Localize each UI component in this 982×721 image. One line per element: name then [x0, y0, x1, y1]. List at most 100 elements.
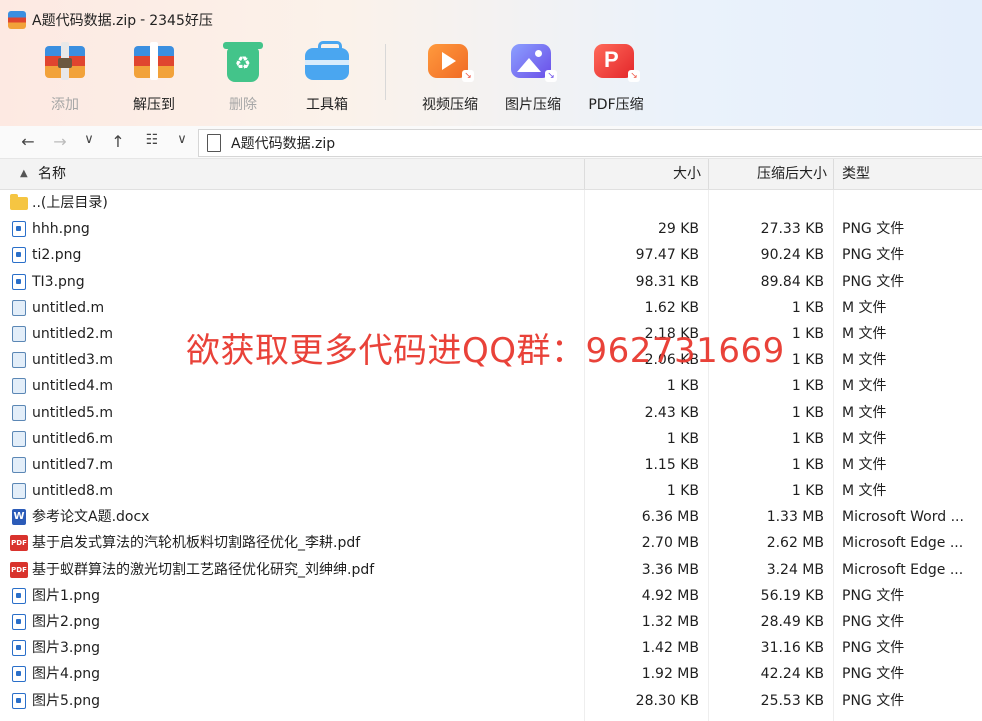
- file-name: untitled6.m: [32, 430, 113, 447]
- tools-label: 工具箱: [306, 97, 348, 113]
- file-row[interactable]: 图片3.png 1.42 MB 31.16 KB PNG 文件: [0, 635, 982, 661]
- file-name: 图片4.png: [32, 666, 101, 683]
- image-compress-button[interactable]: ↘ 图片压缩: [498, 36, 568, 114]
- column-divider[interactable]: [584, 159, 585, 189]
- pdf-file-icon: PDF: [10, 535, 28, 552]
- toolbox-icon: [301, 36, 353, 88]
- sort-ascending-icon: ▲: [20, 168, 28, 179]
- pdf-compress-button[interactable]: P ↘ PDF压缩: [581, 36, 651, 114]
- file-type: PNG 文件: [842, 640, 905, 657]
- up-arrow-icon[interactable]: ↑: [106, 132, 130, 151]
- add-button[interactable]: 添加: [30, 36, 100, 114]
- m-file-icon: [12, 378, 26, 395]
- trash-icon: ♻: [217, 36, 269, 88]
- file-row[interactable]: W 参考论文A题.docx 6.36 MB 1.33 MB Microsoft Word…: [0, 504, 982, 530]
- file-compressed-size: 42.24 KB: [760, 666, 824, 683]
- file-row[interactable]: 图片1.png 4.92 MB 56.19 KB PNG 文件: [0, 583, 982, 609]
- file-row[interactable]: untitled6.m 1 KB 1 KB M 文件: [0, 426, 982, 452]
- column-size[interactable]: 大小: [673, 159, 701, 189]
- view-mode-icon[interactable]: ☷: [140, 132, 164, 148]
- file-type: PNG 文件: [842, 221, 905, 238]
- file-row[interactable]: ti2.png 97.47 KB 90.24 KB PNG 文件: [0, 242, 982, 268]
- file-name: 图片3.png: [32, 640, 101, 657]
- file-type: M 文件: [842, 299, 887, 316]
- back-arrow-icon[interactable]: ←: [16, 132, 40, 151]
- path-field[interactable]: A题代码数据.zip: [198, 129, 982, 157]
- video-icon: ↘: [424, 36, 476, 88]
- column-compressed-size[interactable]: 压缩后大小: [757, 159, 827, 189]
- column-header: ▲ 名称 大小 压缩后大小 类型: [0, 159, 982, 190]
- file-name: untitled5.m: [32, 404, 113, 421]
- file-name: TI3.png: [32, 273, 85, 290]
- file-compressed-size: 2.62 MB: [766, 535, 824, 552]
- column-type[interactable]: 类型: [842, 159, 870, 189]
- file-type: M 文件: [842, 378, 887, 395]
- file-size: 2.70 MB: [641, 535, 699, 552]
- history-dropdown-icon[interactable]: ∨: [77, 132, 101, 147]
- file-size: 4.92 MB: [641, 587, 699, 604]
- file-row[interactable]: hhh.png 29 KB 27.33 KB PNG 文件: [0, 216, 982, 242]
- file-row[interactable]: TI3.png 98.31 KB 89.84 KB PNG 文件: [0, 269, 982, 295]
- file-size: 1.92 MB: [641, 666, 699, 683]
- add-label: 添加: [51, 97, 79, 113]
- m-file-icon: [12, 430, 26, 447]
- document-icon: [207, 134, 221, 152]
- video-compress-button[interactable]: ↘ 视频压缩: [415, 36, 485, 114]
- file-compressed-size: 1 KB: [791, 325, 824, 342]
- file-size: 1 KB: [666, 430, 699, 447]
- file-row[interactable]: PDF 基于启发式算法的汽轮机板料切割路径优化_李耕.pdf 2.70 MB 2.62…: [0, 530, 982, 556]
- file-name: untitled.m: [32, 299, 105, 316]
- address-bar: ← → ∨ ↑ ☷ ∨ A题代码数据.zip: [0, 126, 982, 159]
- file-name: 图片2.png: [32, 614, 101, 630]
- image-icon: ↘: [507, 36, 559, 88]
- column-name[interactable]: 名称: [38, 159, 66, 189]
- file-compressed-size: 3.24 MB: [766, 561, 824, 578]
- column-divider[interactable]: [833, 159, 834, 189]
- file-name: ..(上层目录): [32, 195, 108, 211]
- file-row[interactable]: 图片5.png 28.30 KB 25.53 KB PNG 文件: [0, 688, 982, 714]
- file-row[interactable]: 图片2.png 1.32 MB 28.49 KB PNG 文件: [0, 609, 982, 635]
- archive-add-icon: [39, 36, 91, 88]
- file-compressed-size: 56.19 KB: [760, 587, 824, 604]
- file-name: 参考论文A题.docx: [32, 509, 150, 526]
- file-compressed-size: 31.16 KB: [760, 640, 824, 657]
- extract-button[interactable]: 解压到: [119, 36, 189, 114]
- file-row[interactable]: untitled5.m 2.43 KB 1 KB M 文件: [0, 400, 982, 426]
- title-separator: -: [140, 12, 146, 28]
- image-compress-label: 图片压缩: [505, 97, 561, 113]
- m-file-icon: [12, 456, 26, 473]
- pdf-file-icon: PDF: [10, 561, 28, 578]
- file-row[interactable]: ..(上层目录): [0, 190, 982, 216]
- delete-button[interactable]: ♻ 删除: [208, 36, 278, 114]
- archive-extract-icon: [128, 36, 180, 88]
- delete-label: 删除: [229, 97, 257, 113]
- file-row[interactable]: untitled7.m 1.15 KB 1 KB M 文件: [0, 452, 982, 478]
- column-divider[interactable]: [708, 159, 709, 189]
- file-type: M 文件: [842, 352, 887, 369]
- file-name: untitled7.m: [32, 456, 113, 473]
- file-name: 基于启发式算法的汽轮机板料切割路径优化_李耕.pdf: [32, 535, 361, 552]
- file-row[interactable]: PDF 基于蚁群算法的激光切割工艺路径优化研究_刘绅绅.pdf 3.36 MB 3.2…: [0, 557, 982, 583]
- file-row[interactable]: untitled8.m 1 KB 1 KB M 文件: [0, 478, 982, 504]
- forward-arrow-icon[interactable]: →: [48, 132, 72, 151]
- file-row[interactable]: untitled.m 1.62 KB 1 KB M 文件: [0, 295, 982, 321]
- tools-button[interactable]: 工具箱: [292, 36, 362, 114]
- file-compressed-size: 1 KB: [791, 483, 824, 500]
- view-mode-dropdown-icon[interactable]: ∨: [170, 132, 194, 147]
- video-compress-label: 视频压缩: [422, 97, 478, 113]
- file-compressed-size: 27.33 KB: [760, 221, 824, 238]
- file-name: untitled3.m: [32, 352, 113, 369]
- image-file-icon: [12, 273, 26, 290]
- file-type: M 文件: [842, 325, 887, 342]
- file-size: 1 KB: [666, 483, 699, 500]
- file-compressed-size: 1 KB: [791, 378, 824, 395]
- file-compressed-size: 1 KB: [791, 299, 824, 316]
- image-file-icon: [12, 614, 26, 630]
- image-file-icon: [12, 247, 26, 264]
- file-type: PNG 文件: [842, 666, 905, 683]
- window-title-text: A题代码数据.zip: [32, 13, 137, 29]
- word-doc-icon: W: [12, 509, 26, 526]
- file-row[interactable]: untitled4.m 1 KB 1 KB M 文件: [0, 373, 982, 399]
- file-row[interactable]: 图片4.png 1.92 MB 42.24 KB PNG 文件: [0, 661, 982, 687]
- file-size: 1 KB: [666, 378, 699, 395]
